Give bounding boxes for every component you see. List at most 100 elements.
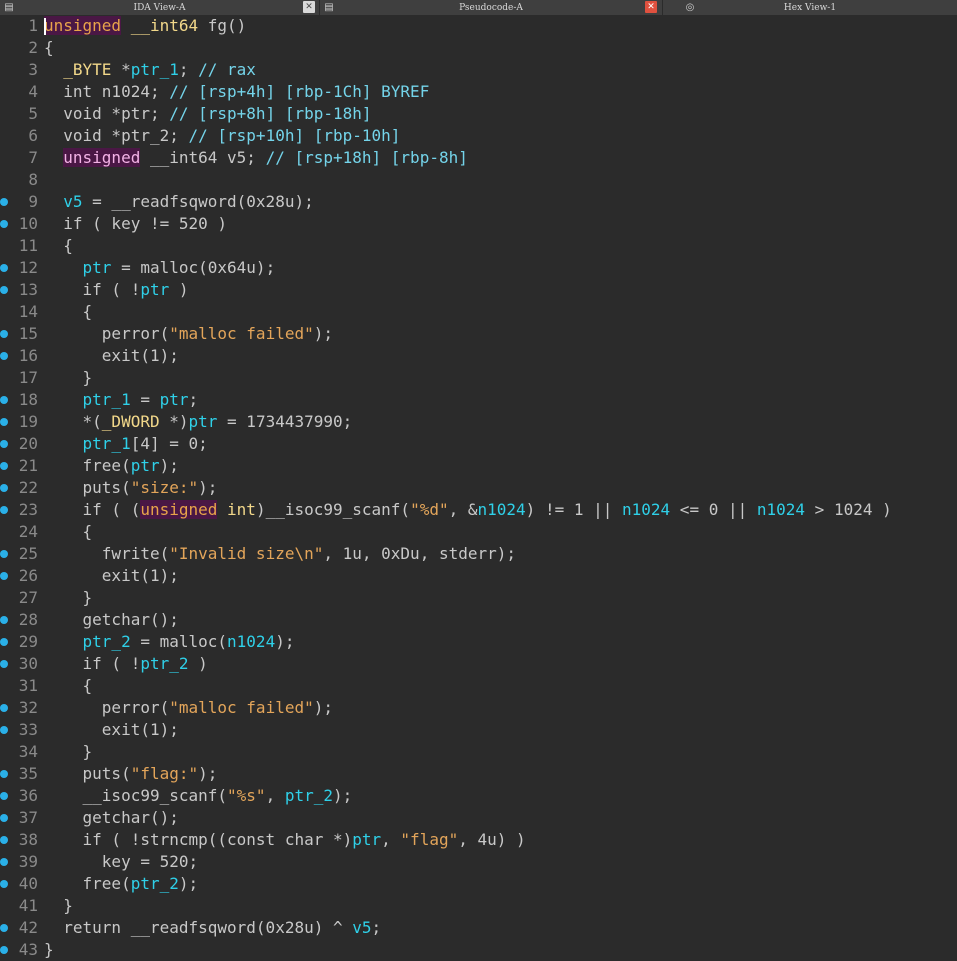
breakpoint-dot-icon[interactable] xyxy=(0,814,8,822)
tab-bar: ▤ IDA View-A ✕ ▤ Pseudocode-A ✕ ◎ Hex Vi… xyxy=(0,0,957,15)
code-line[interactable]: 22 puts("size:"); xyxy=(0,477,957,499)
code-line[interactable]: 32 perror("malloc failed"); xyxy=(0,697,957,719)
line-number: 29 xyxy=(18,632,38,651)
close-icon[interactable]: ✕ xyxy=(645,1,657,13)
breakpoint-dot-icon[interactable] xyxy=(0,550,8,558)
line-number: 23 xyxy=(18,500,38,519)
breakpoint-dot-icon[interactable] xyxy=(0,880,8,888)
code-token: ; xyxy=(188,390,199,409)
code-line[interactable]: 4 int n1024; // [rsp+4h] [rbp-1Ch] BYREF xyxy=(0,81,957,103)
breakpoint-dot-icon[interactable] xyxy=(0,462,8,470)
code-line[interactable]: 7 unsigned __int64 v5; // [rsp+18h] [rbp… xyxy=(0,147,957,169)
code-line[interactable]: 30 if ( !ptr_2 ) xyxy=(0,653,957,675)
line-number: 31 xyxy=(18,676,38,695)
breakpoint-dot-icon[interactable] xyxy=(0,198,8,206)
code-line[interactable]: 29 ptr_2 = malloc(n1024); xyxy=(0,631,957,653)
code-line[interactable]: 31 { xyxy=(0,675,957,697)
breakpoint-dot-icon[interactable] xyxy=(0,704,8,712)
code-line[interactable]: 16 exit(1); xyxy=(0,345,957,367)
code-line[interactable]: 43} xyxy=(0,939,957,961)
code-line[interactable]: 27 } xyxy=(0,587,957,609)
code-line[interactable]: 33 exit(1); xyxy=(0,719,957,741)
tab-pseudocode-a[interactable]: ▤ Pseudocode-A ✕ xyxy=(320,0,663,15)
breakpoint-dot-icon[interactable] xyxy=(0,946,8,954)
breakpoint-dot-icon[interactable] xyxy=(0,264,8,272)
code-line[interactable]: 23 if ( (unsigned int)__isoc99_scanf("%d… xyxy=(0,499,957,521)
breakpoint-dot-icon[interactable] xyxy=(0,352,8,360)
line-number: 26 xyxy=(18,566,38,585)
line-number: 1 xyxy=(28,16,38,35)
breakpoint-dot-icon[interactable] xyxy=(0,418,8,426)
code-line[interactable]: 26 exit(1); xyxy=(0,565,957,587)
line-number: 25 xyxy=(18,544,38,563)
code-line[interactable]: 20 ptr_1[4] = 0; xyxy=(0,433,957,455)
breakpoint-dot-icon[interactable] xyxy=(0,572,8,580)
code-line[interactable]: 9 v5 = __readfsqword(0x28u); xyxy=(0,191,957,213)
code-line[interactable]: 37 getchar(); xyxy=(0,807,957,829)
code-line[interactable]: 41 } xyxy=(0,895,957,917)
code-line[interactable]: 34 } xyxy=(0,741,957,763)
code-token: ptr_1 xyxy=(130,60,179,79)
code-line[interactable]: 2{ xyxy=(0,37,957,59)
code-line[interactable]: 40 free(ptr_2); xyxy=(0,873,957,895)
code-line[interactable]: 13 if ( !ptr ) xyxy=(0,279,957,301)
breakpoint-dot-icon[interactable] xyxy=(0,330,8,338)
breakpoint-dot-icon[interactable] xyxy=(0,616,8,624)
breakpoint-dot-icon[interactable] xyxy=(0,220,8,228)
code-line[interactable]: 38 if ( !strncmp((const char *)ptr, "fla… xyxy=(0,829,957,851)
close-icon[interactable]: ✕ xyxy=(303,1,315,13)
code-token: { xyxy=(44,236,73,255)
code-line[interactable]: 10 if ( key != 520 ) xyxy=(0,213,957,235)
breakpoint-dot-icon[interactable] xyxy=(0,484,8,492)
code-line[interactable]: 12 ptr = malloc(0x64u); xyxy=(0,257,957,279)
breakpoint-dot-icon[interactable] xyxy=(0,770,8,778)
code-line[interactable]: 42 return __readfsqword(0x28u) ^ v5; xyxy=(0,917,957,939)
breakpoint-dot-icon[interactable] xyxy=(0,506,8,514)
code-line[interactable]: 24 { xyxy=(0,521,957,543)
code-line[interactable]: 18 ptr_1 = ptr; xyxy=(0,389,957,411)
code-token: ptr xyxy=(159,390,189,409)
code-token: ptr xyxy=(188,412,218,431)
breakpoint-dot-icon[interactable] xyxy=(0,396,8,404)
breakpoint-dot-icon[interactable] xyxy=(0,924,8,932)
tab-hex-view-1[interactable]: ◎ Hex View-1 xyxy=(663,0,957,15)
code-text: } xyxy=(44,895,73,917)
breakpoint-dot-icon[interactable] xyxy=(0,858,8,866)
code-token: if ( ! xyxy=(44,280,141,299)
code-line[interactable]: 28 getchar(); xyxy=(0,609,957,631)
breakpoint-dot-icon[interactable] xyxy=(0,638,8,646)
breakpoint-dot-icon[interactable] xyxy=(0,726,8,734)
code-line[interactable]: 11 { xyxy=(0,235,957,257)
line-number: 39 xyxy=(18,852,38,871)
code-line[interactable]: 6 void *ptr_2; // [rsp+10h] [rbp-10h] xyxy=(0,125,957,147)
breakpoint-dot-icon[interactable] xyxy=(0,286,8,294)
code-line[interactable]: 5 void *ptr; // [rsp+8h] [rbp-18h] xyxy=(0,103,957,125)
code-token: fg() xyxy=(198,16,247,35)
code-line[interactable]: 14 { xyxy=(0,301,957,323)
code-line[interactable]: 36 __isoc99_scanf("%s", ptr_2); xyxy=(0,785,957,807)
code-line[interactable]: 39 key = 520; xyxy=(0,851,957,873)
code-token: int xyxy=(227,500,256,519)
breakpoint-dot-icon[interactable] xyxy=(0,440,8,448)
code-text: puts("size:"); xyxy=(44,477,218,499)
code-line[interactable]: 35 puts("flag:"); xyxy=(0,763,957,785)
breakpoint-dot-icon[interactable] xyxy=(0,792,8,800)
code-line[interactable]: 17 } xyxy=(0,367,957,389)
code-line[interactable]: 25 fwrite("Invalid size\n", 1u, 0xDu, st… xyxy=(0,543,957,565)
code-line[interactable]: 1 unsigned __int64 fg() xyxy=(0,15,957,37)
tab-ida-view-a[interactable]: ▤ IDA View-A ✕ xyxy=(0,0,320,15)
code-line[interactable]: 15 perror("malloc failed"); xyxy=(0,323,957,345)
code-line[interactable]: 21 free(ptr); xyxy=(0,455,957,477)
pseudocode-view[interactable]: 1 unsigned __int64 fg() 2{3 _BYTE *ptr_1; … xyxy=(0,15,957,961)
code-line[interactable]: 3 _BYTE *ptr_1; // rax xyxy=(0,59,957,81)
code-line[interactable]: 8 xyxy=(0,169,957,191)
code-token: ptr xyxy=(352,830,382,849)
breakpoint-dot-icon[interactable] xyxy=(0,836,8,844)
code-line[interactable]: 19 *(_DWORD *)ptr = 1734437990; xyxy=(0,411,957,433)
breakpoint-dot-icon[interactable] xyxy=(0,660,8,668)
text-cursor xyxy=(44,18,46,35)
line-number: 30 xyxy=(18,654,38,673)
line-number: 37 xyxy=(18,808,38,827)
